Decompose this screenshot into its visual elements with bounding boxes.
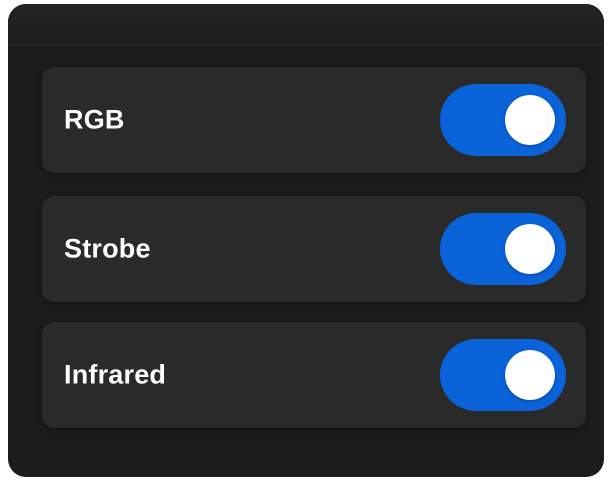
toggle-knob [505, 350, 555, 400]
panel-header-bar [8, 4, 604, 45]
strobe-toggle[interactable] [440, 213, 566, 285]
infrared-toggle[interactable] [440, 339, 566, 411]
setting-label-rgb: RGB [64, 104, 125, 135]
setting-row-rgb: RGB [42, 67, 586, 173]
setting-row-infrared: Infrared [42, 322, 586, 428]
toggle-knob [505, 224, 555, 274]
settings-panel: RGB Strobe Infrared [8, 4, 604, 477]
setting-label-strobe: Strobe [64, 233, 151, 264]
rgb-toggle[interactable] [440, 84, 566, 156]
setting-label-infrared: Infrared [64, 359, 167, 390]
setting-row-strobe: Strobe [42, 196, 586, 302]
toggle-knob [505, 95, 555, 145]
